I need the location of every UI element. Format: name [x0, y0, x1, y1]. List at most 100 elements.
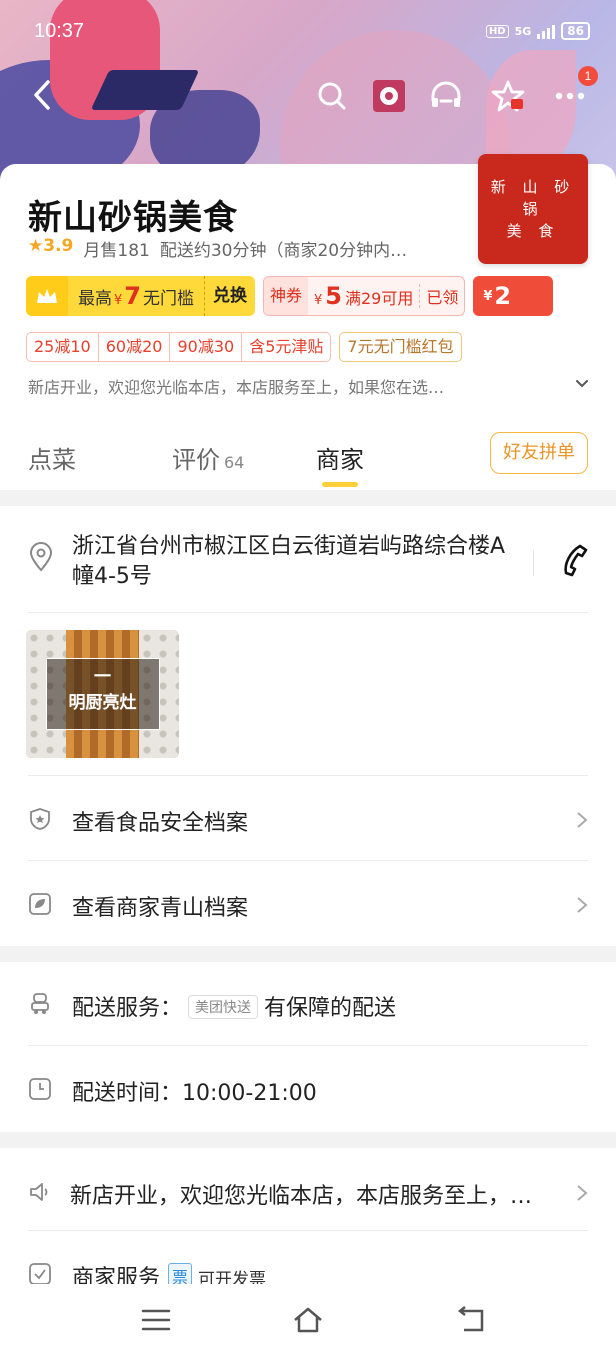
god-coupon-tag: 神券 — [263, 277, 308, 315]
star-outline-icon — [491, 80, 525, 112]
notification-badge: 1 — [578, 66, 598, 86]
logo-line-2: 美 食 — [506, 222, 560, 240]
rating-value: 3.9 — [43, 236, 74, 256]
store-tabs: 点菜 评价 64 商家 好友拼单 — [0, 424, 616, 490]
tab-label: 点菜 — [28, 446, 76, 474]
tab-merchant[interactable]: 商家 — [316, 440, 364, 475]
active-tab-indicator — [322, 482, 358, 487]
store-notice[interactable]: 新店开业，欢迎您光临本店，本店服务至上，如果您在选… — [28, 374, 548, 398]
hd-indicator: HD — [485, 24, 509, 38]
status-time: 10:37 — [34, 20, 85, 42]
food-safety-row[interactable]: 查看食品安全档案 — [0, 777, 616, 861]
logo-line-1: 新 山 砂 锅 — [490, 178, 576, 218]
section-divider — [0, 490, 616, 506]
tab-label: 商家 — [316, 446, 364, 474]
store-logo[interactable]: 新 山 砂 锅 美 食 — [478, 154, 588, 264]
promo-tag: 60减20 — [99, 333, 171, 361]
divider-line — [28, 1230, 588, 1231]
red-packet-tag[interactable]: 7元无门槛红包 — [339, 332, 462, 362]
meituan-express-pill: 美团快送 — [188, 995, 259, 1019]
more-dots-icon — [555, 92, 585, 100]
qingshan-archive-row[interactable]: 查看商家青山档案 — [0, 862, 616, 946]
red-coupon[interactable]: ¥ 2 — [473, 276, 554, 316]
phone-icon[interactable] — [556, 542, 592, 578]
member-coupon-yen: ¥ — [114, 293, 123, 308]
delivery-service-row: 配送服务： 美团快送 有保障的配送 — [0, 962, 616, 1046]
open-kitchen-photo[interactable]: 一 明厨亮灶 — [26, 630, 179, 758]
monthly-sales: 月售181 — [83, 241, 150, 261]
member-coupon-amount: 7 — [124, 282, 141, 310]
divider-line — [28, 775, 588, 776]
promo-tags: 25减10 60减20 90减30 含5元津贴 7元无门槛红包 — [26, 332, 462, 362]
menu-icon[interactable] — [140, 1306, 172, 1334]
exchange-button[interactable]: 兑换 — [203, 276, 255, 316]
member-coupon-suffix: 无门槛 — [142, 289, 194, 309]
promo-tag: 90减30 — [170, 333, 243, 361]
food-safety-label: 查看食品安全档案 — [72, 811, 249, 836]
rating: ★3.9 — [28, 236, 73, 261]
delivery-time: 配送时间：10:00-21:00 — [72, 1081, 317, 1106]
group-order-button[interactable]: 好友拼单 — [490, 432, 588, 474]
chevron-right-icon — [577, 812, 588, 828]
store-meta: ★3.9 月售181 配送约30分钟（商家20分钟内… — [28, 236, 407, 261]
merchant-service-row: 商家服务票可开发票 — [0, 1232, 616, 1291]
clock-icon — [29, 1078, 51, 1100]
delivery-service-text: 配送服务： 美团快送 有保障的配送 — [72, 990, 396, 1022]
tab-label: 评价 — [172, 446, 220, 474]
claimed-label: 已领 — [419, 284, 464, 308]
more-button[interactable]: 1 — [548, 66, 598, 118]
red-coupon-yen: ¥ — [483, 288, 493, 304]
discount-tag-group[interactable]: 25减10 60减20 90减30 含5元津贴 — [26, 332, 332, 362]
rider-icon — [31, 993, 49, 1014]
back-nav-icon[interactable] — [456, 1306, 488, 1334]
tab-order[interactable]: 点菜 — [28, 440, 76, 475]
section-divider — [0, 946, 616, 962]
delivery-service-value: 有保障的配送 — [264, 996, 397, 1021]
member-coupon-prefix: 最高 — [78, 289, 112, 309]
coupon-strip: 最高 ¥ 7 无门槛 兑换 神券 ¥ 5 满29可用 已领 ¥ 2 — [26, 276, 554, 316]
god-coupon[interactable]: 神券 ¥ 5 满29可用 已领 — [262, 276, 466, 316]
chevron-right-icon — [577, 1185, 588, 1201]
customer-service-button[interactable] — [424, 74, 468, 118]
address-row[interactable]: 浙江省台州市椒江区白云街道岩屿路综合楼A幢4-5号 — [0, 506, 616, 612]
section-divider — [0, 1132, 616, 1148]
leaf-icon — [29, 893, 51, 915]
store-address: 浙江省台州市椒江区白云街道岩屿路综合楼A幢4-5号 — [72, 534, 506, 589]
headset-icon — [431, 81, 461, 107]
tab-reviews[interactable]: 评价 64 — [172, 440, 244, 475]
delivery-time-row: 配送时间：10:00-21:00 — [0, 1047, 616, 1131]
back-button[interactable] — [28, 78, 58, 112]
announcement-text: 新店开业，欢迎您光临本店，本店服务至上，… — [70, 1184, 533, 1209]
red-coupon-amount: 2 — [494, 282, 512, 310]
search-button[interactable] — [310, 74, 354, 118]
home-icon[interactable] — [292, 1306, 324, 1334]
god-coupon-yen: ¥ — [314, 293, 323, 308]
search-icon — [318, 82, 346, 110]
divider-line — [28, 1045, 588, 1046]
shield-star-icon — [30, 808, 50, 830]
promo-tag: 25减10 — [27, 333, 99, 361]
gear-icon — [373, 80, 405, 112]
store-page: 10:37 HD 5G 86 1 新山砂锅美食 新 山 砂 锅 美 食 ★3.9… — [0, 0, 616, 1356]
crown-icon — [26, 276, 68, 316]
chevron-left-icon — [34, 80, 50, 110]
promo-tag: 含5元津贴 — [249, 337, 324, 356]
member-coupon[interactable]: 最高 ¥ 7 无门槛 兑换 — [26, 276, 255, 316]
review-count: 64 — [224, 453, 245, 472]
divider-line — [28, 860, 588, 861]
divider-line — [28, 612, 588, 613]
god-coupon-amount: 5 — [325, 282, 342, 310]
chevron-down-icon[interactable] — [574, 376, 590, 392]
photo-caption-line-2: 明厨亮灶 — [68, 693, 137, 713]
photo-caption-line-1: 一 — [94, 667, 111, 687]
system-nav-bar — [0, 1284, 616, 1356]
status-bar: 10:37 HD 5G 86 — [0, 0, 616, 66]
chevron-right-icon — [577, 897, 588, 913]
god-coupon-condition: 满29可用 — [344, 289, 414, 308]
settings-button[interactable] — [372, 74, 406, 118]
network-label: 5G — [514, 24, 532, 38]
favorite-button[interactable] — [486, 74, 530, 118]
delivery-service-label: 配送服务： — [72, 996, 183, 1021]
star-icon: ★ — [28, 236, 44, 256]
announcement-row[interactable]: 新店开业，欢迎您光临本店，本店服务至上，… — [0, 1150, 616, 1234]
